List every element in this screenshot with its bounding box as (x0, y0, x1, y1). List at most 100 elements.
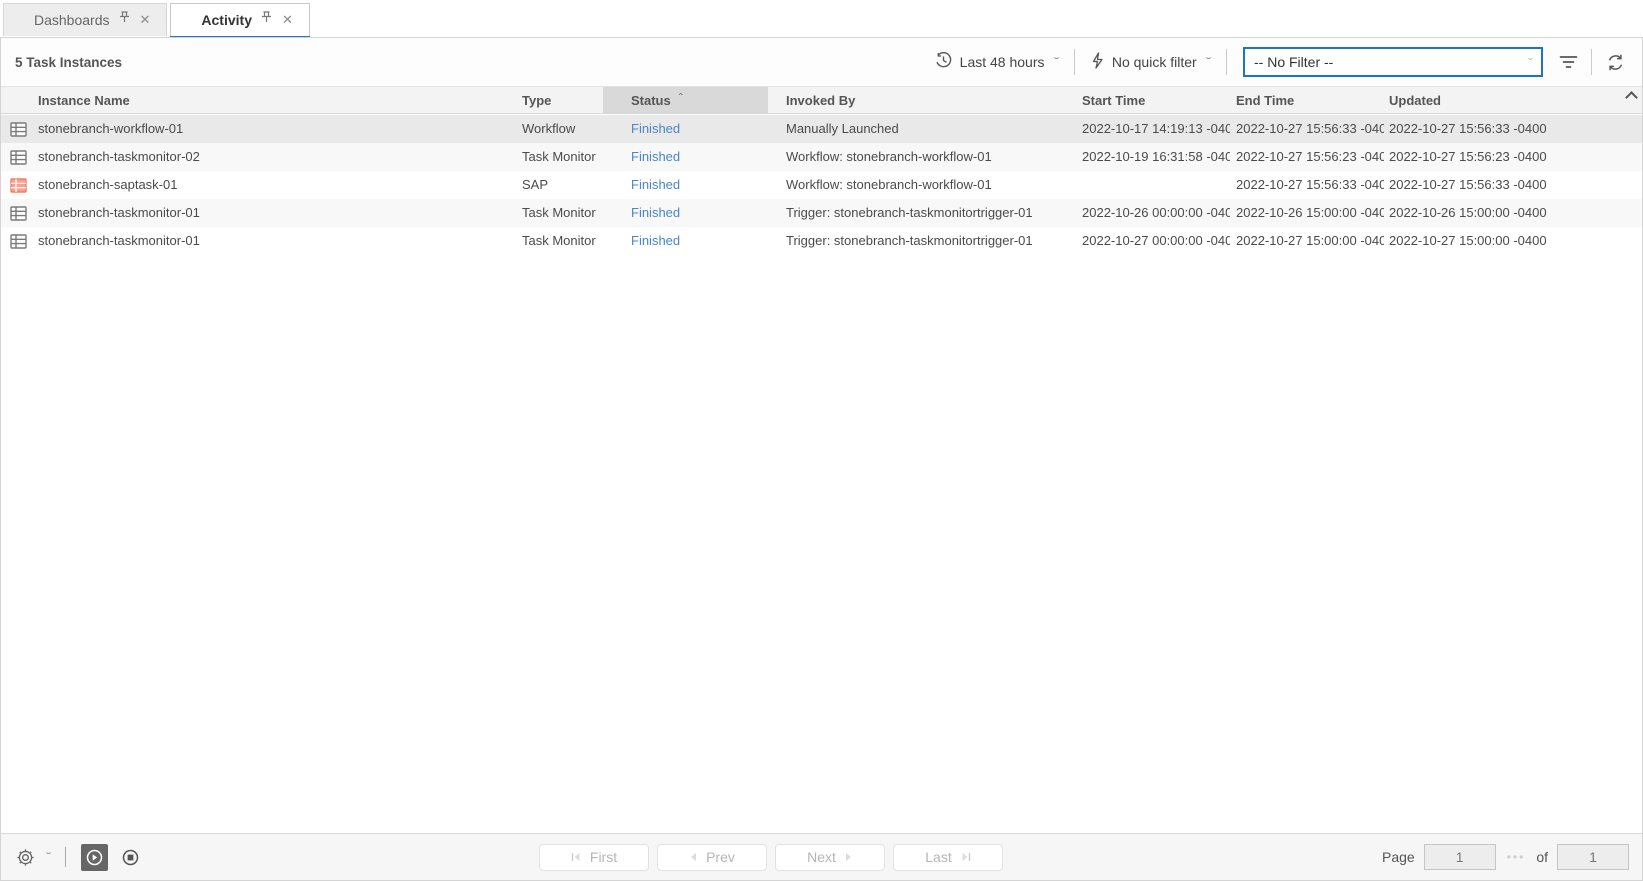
auto-refresh-play-button[interactable] (81, 844, 108, 871)
task-monitor-icon (0, 143, 36, 171)
quick-filter-dropdown[interactable]: No quick filter ˇ (1091, 52, 1210, 72)
total-pages-input[interactable] (1557, 844, 1629, 870)
task-instance-count: 5 Task Instances (15, 55, 122, 70)
pin-icon[interactable] (261, 10, 272, 26)
status-link[interactable]: Finished (603, 143, 768, 171)
of-label: of (1536, 849, 1548, 865)
task-instance-list: stonebranch-workflow-01 Workflow Finishe… (0, 115, 1643, 255)
updated-time: 2022-10-27 15:56:33 -0400 (1384, 115, 1643, 143)
icon-column-header (0, 87, 36, 113)
page-indicator: Page ••• of (1382, 844, 1629, 870)
workflow-task-icon (0, 115, 36, 143)
sort-ascending-icon: ˆ (679, 87, 683, 112)
start-time: 2022-10-19 16:31:58 -0400 (1038, 143, 1230, 171)
column-header-status[interactable]: Statusˆ (603, 87, 768, 113)
table-row[interactable]: stonebranch-taskmonitor-01 Task Monitor … (0, 227, 1643, 255)
status-link[interactable]: Finished (603, 199, 768, 227)
task-type: SAP (500, 171, 603, 199)
column-header-updated[interactable]: Updated (1384, 87, 1643, 113)
pin-icon[interactable] (119, 10, 130, 26)
chevron-down-icon: ˇ (1053, 57, 1058, 68)
task-type: Task Monitor (500, 143, 603, 171)
next-page-button[interactable]: Next (775, 844, 885, 871)
table-row[interactable]: stonebranch-workflow-01 Workflow Finishe… (0, 115, 1643, 143)
task-type: Workflow (500, 115, 603, 143)
task-monitor-icon (0, 199, 36, 227)
toolbar-divider (1074, 49, 1075, 75)
current-page-input[interactable] (1424, 844, 1496, 870)
gear-icon[interactable] (14, 844, 36, 870)
end-time: 2022-10-27 15:00:00 -0400 (1230, 227, 1384, 255)
instance-name: stonebranch-saptask-01 (36, 171, 500, 199)
instance-name: stonebranch-workflow-01 (36, 115, 500, 143)
tab-label: Dashboards (34, 12, 110, 28)
tab-activity[interactable]: Activity ✕ (170, 3, 309, 36)
refresh-button[interactable] (1602, 49, 1628, 75)
invoked-by: Workflow: stonebranch-workflow-01 (768, 171, 1038, 199)
tab-label: Activity (201, 12, 252, 28)
footer-left-controls: ˇ (14, 844, 144, 871)
close-icon[interactable]: ✕ (140, 12, 151, 28)
instance-name: stonebranch-taskmonitor-01 (36, 227, 500, 255)
lightning-bolt-icon (1091, 52, 1104, 72)
tab-bar: Dashboards ✕ Activity ✕ (0, 0, 1643, 36)
task-type: Task Monitor (500, 199, 603, 227)
end-time: 2022-10-27 15:56:33 -0400 (1230, 115, 1384, 143)
column-header-end-time[interactable]: End Time (1230, 87, 1384, 113)
status-link[interactable]: Finished (603, 115, 768, 143)
end-time: 2022-10-27 15:56:33 -0400 (1230, 171, 1384, 199)
toolbar-divider (1226, 49, 1227, 75)
table-row[interactable]: stonebranch-saptask-01 SAP Finished Work… (0, 171, 1643, 199)
clock-history-icon (935, 52, 952, 72)
invoked-by: Workflow: stonebranch-workflow-01 (768, 143, 1038, 171)
filter-select-value: -- No Filter -- (1254, 54, 1333, 70)
filter-select[interactable]: -- No Filter -- ˇ (1243, 47, 1543, 77)
filter-list-button[interactable] (1555, 49, 1581, 75)
task-type: Task Monitor (500, 227, 603, 255)
invoked-by: Trigger: stonebranch-taskmonitortrigger-… (768, 199, 1038, 227)
start-time: 2022-10-17 14:19:13 -0400 (1038, 115, 1230, 143)
quick-filter-label: No quick filter (1112, 54, 1197, 70)
page-label: Page (1382, 849, 1415, 865)
first-page-button[interactable]: First (539, 844, 649, 871)
sap-task-icon (0, 171, 36, 199)
updated-time: 2022-10-27 15:56:33 -0400 (1384, 171, 1643, 199)
invoked-by: Trigger: stonebranch-taskmonitortrigger-… (768, 227, 1038, 255)
time-filter-label: Last 48 hours (960, 54, 1045, 70)
column-header-instance-name[interactable]: Instance Name (36, 87, 500, 113)
instance-name: stonebranch-taskmonitor-02 (36, 143, 500, 171)
prev-page-button[interactable]: Prev (657, 844, 767, 871)
status-link[interactable]: Finished (603, 171, 768, 199)
table-row[interactable]: stonebranch-taskmonitor-02 Task Monitor … (0, 143, 1643, 171)
start-time (1038, 171, 1230, 199)
table-row[interactable]: stonebranch-taskmonitor-01 Task Monitor … (0, 199, 1643, 227)
column-header-start-time[interactable]: Start Time (1038, 87, 1230, 113)
chevron-down-icon: ˇ (1528, 57, 1533, 67)
updated-time: 2022-10-27 15:56:23 -0400 (1384, 143, 1643, 171)
tab-dashboards[interactable]: Dashboards ✕ (3, 3, 167, 36)
chevron-down-icon[interactable]: ˇ (46, 852, 51, 863)
column-header-type[interactable]: Type (500, 87, 603, 113)
ellipsis: ••• (1507, 850, 1526, 864)
updated-time: 2022-10-26 15:00:00 -0400 (1384, 199, 1643, 227)
task-monitor-icon (0, 227, 36, 255)
activity-toolbar: 5 Task Instances Last 48 hours ˇ No quic… (0, 37, 1643, 86)
footer-bar: ˇ First Prev Next Last Page (0, 833, 1643, 881)
end-time: 2022-10-27 15:56:23 -0400 (1230, 143, 1384, 171)
auto-refresh-stop-button[interactable] (117, 844, 144, 871)
chevron-down-icon: ˇ (1206, 57, 1211, 68)
status-link[interactable]: Finished (603, 227, 768, 255)
table-header-row: Instance Name Type Statusˆ Invoked By St… (0, 86, 1643, 114)
toolbar-divider (1591, 49, 1592, 75)
time-filter-dropdown[interactable]: Last 48 hours ˇ (935, 52, 1058, 72)
footer-divider (65, 847, 66, 867)
instance-name: stonebranch-taskmonitor-01 (36, 199, 500, 227)
invoked-by: Manually Launched (768, 115, 1038, 143)
last-page-button[interactable]: Last (893, 844, 1003, 871)
start-time: 2022-10-26 00:00:00 -0400 (1038, 199, 1230, 227)
start-time: 2022-10-27 00:00:00 -0400 (1038, 227, 1230, 255)
close-icon[interactable]: ✕ (282, 12, 293, 28)
column-header-invoked-by[interactable]: Invoked By (768, 87, 1038, 113)
pagination-controls: First Prev Next Last (539, 844, 1003, 871)
end-time: 2022-10-26 15:00:00 -0400 (1230, 199, 1384, 227)
